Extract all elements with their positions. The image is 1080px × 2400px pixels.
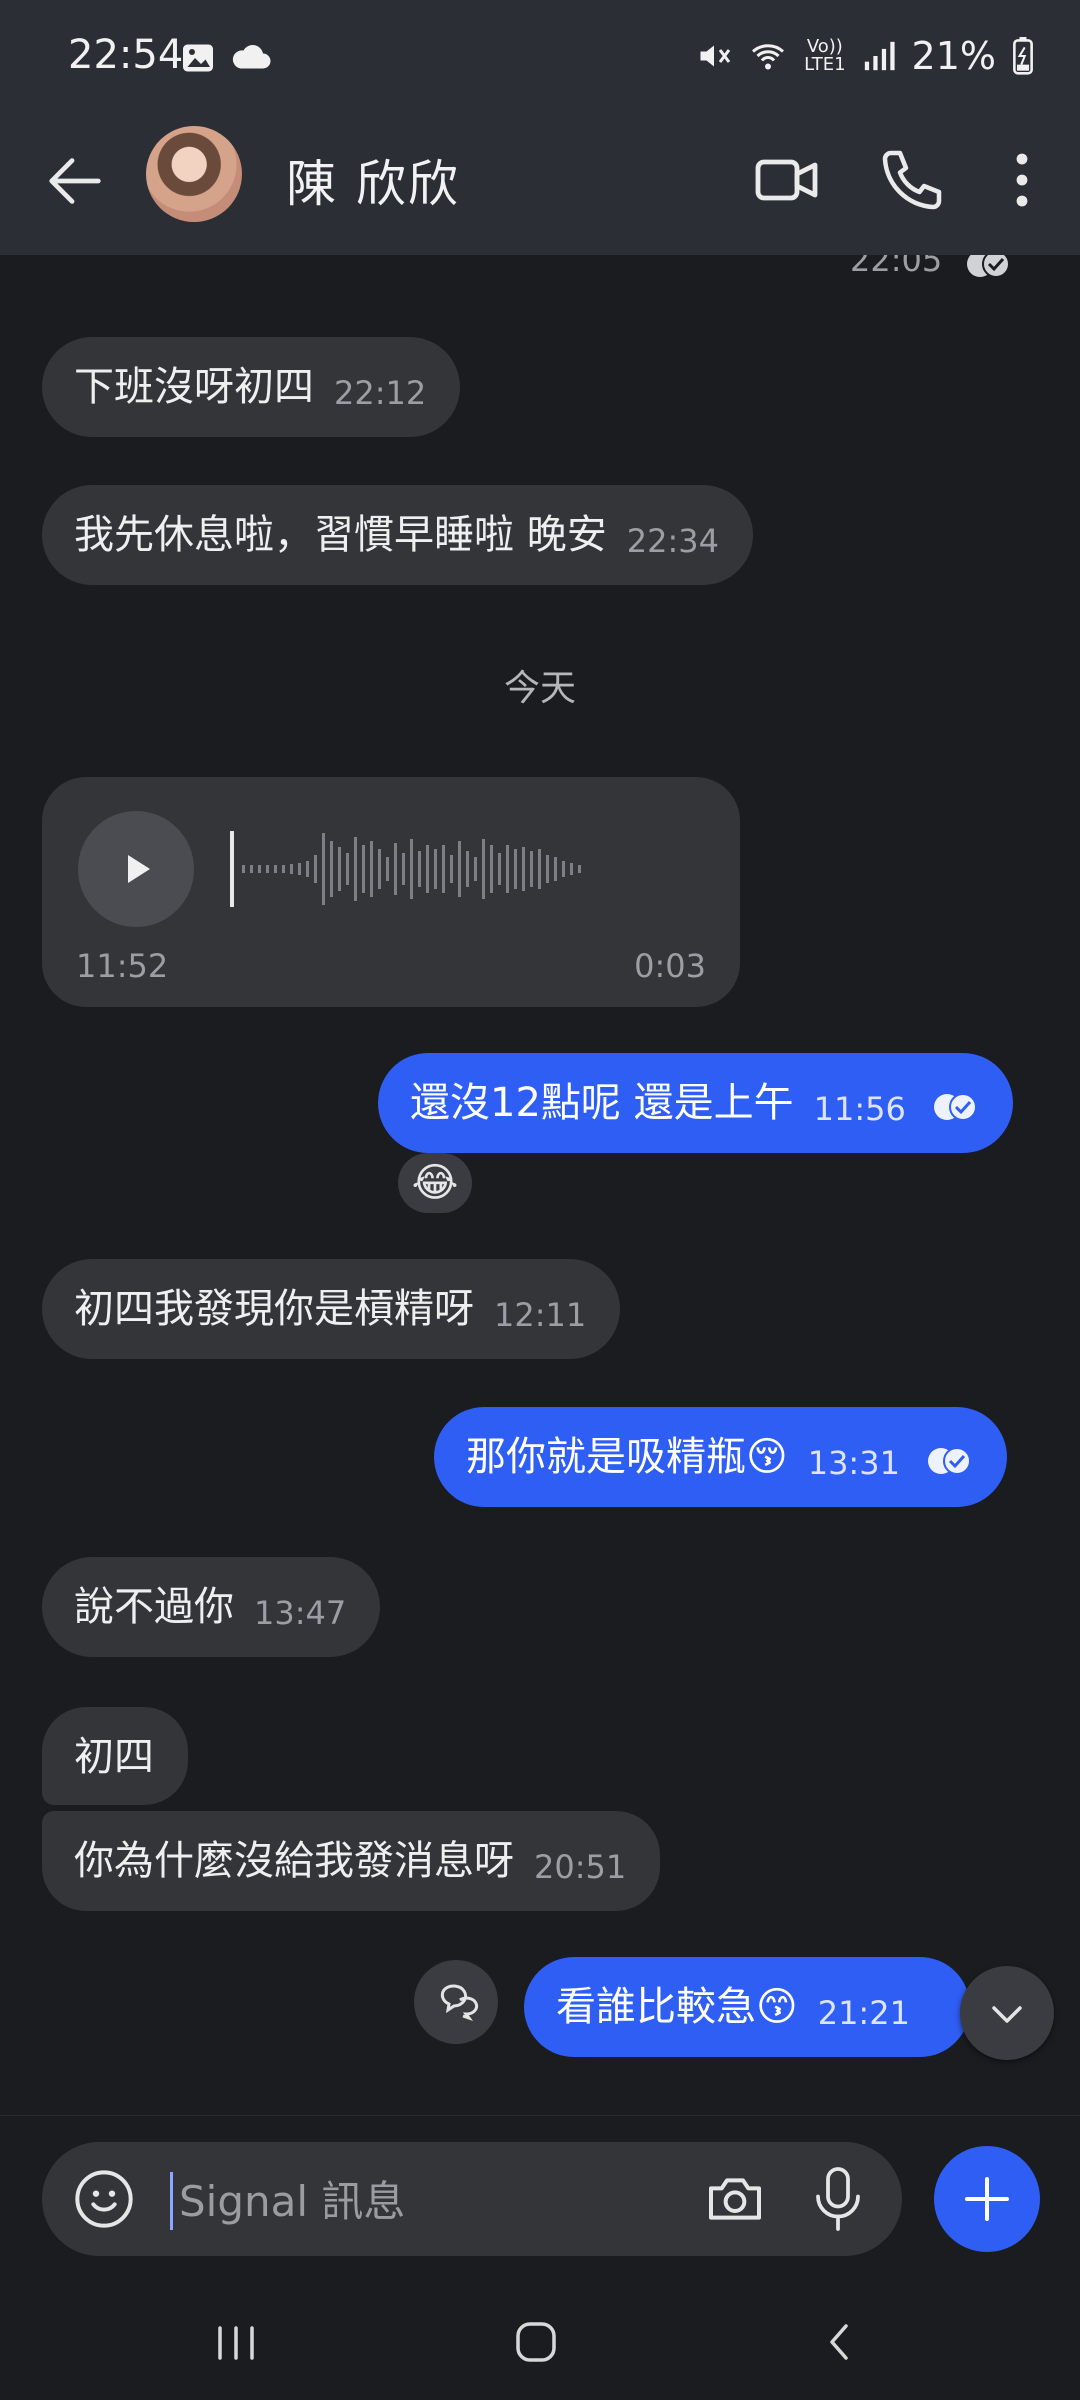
status-bar: 22:54 Vo)) LTE1 21% bbox=[0, 0, 1080, 120]
system-nav-bar bbox=[0, 2280, 1080, 2400]
date-separator: 今天 bbox=[503, 668, 576, 709]
conversation-header: 陳 欣欣 bbox=[0, 120, 1080, 255]
phone-icon[interactable] bbox=[876, 144, 948, 216]
plus-icon bbox=[965, 2177, 1009, 2221]
outgoing-message[interactable]: 那你就是吸精瓶😚 13:31 bbox=[434, 1407, 1007, 1507]
incoming-message[interactable]: 下班沒呀初四 22:12 bbox=[42, 337, 461, 437]
cloud-icon bbox=[232, 45, 271, 69]
chevron-down-icon bbox=[992, 2006, 1022, 2023]
recents-icon[interactable] bbox=[206, 2312, 266, 2372]
voice-message[interactable]: 11:52 0:03 bbox=[42, 777, 740, 1007]
incoming-message[interactable]: 你為什麼沒給我發消息呀 20:51 bbox=[42, 1811, 661, 1911]
read-receipt-icon bbox=[967, 255, 1011, 278]
volte-indicator: Vo)) LTE1 bbox=[804, 36, 846, 75]
attach-button[interactable] bbox=[934, 2146, 1040, 2252]
message-list[interactable]: 22:05 下班沒呀初四 22:12 我先休息啦，習慣早睡啦 晚安 22:34 今天… bbox=[0, 255, 1080, 2115]
play-icon bbox=[128, 855, 150, 883]
reply-button[interactable] bbox=[414, 1960, 498, 2044]
outgoing-message[interactable]: 看誰比較急😙 21:21 bbox=[524, 1957, 970, 2057]
status-time: 22:54 bbox=[68, 32, 184, 78]
emoji-icon[interactable] bbox=[72, 2167, 136, 2231]
nav-back-icon[interactable] bbox=[810, 2312, 870, 2372]
read-receipt-icon bbox=[933, 1093, 977, 1121]
video-call-icon[interactable] bbox=[752, 144, 824, 216]
home-icon[interactable] bbox=[506, 2312, 566, 2372]
incoming-message[interactable]: 初四 bbox=[42, 1707, 188, 1805]
mic-icon[interactable] bbox=[808, 2164, 868, 2234]
reply-icon bbox=[440, 1984, 479, 2021]
incoming-message[interactable]: 說不過你 13:47 bbox=[42, 1557, 381, 1657]
avatar[interactable] bbox=[146, 126, 242, 222]
read-receipt-icon bbox=[927, 1447, 971, 1475]
back-arrow-icon[interactable] bbox=[40, 146, 110, 216]
play-button[interactable] bbox=[78, 811, 194, 927]
scroll-to-bottom-button[interactable] bbox=[960, 1966, 1054, 2060]
wifi-icon bbox=[752, 44, 785, 70]
message-input-container[interactable] bbox=[42, 2142, 902, 2256]
voice-message-duration: 0:03 bbox=[634, 947, 706, 985]
waveform[interactable] bbox=[230, 827, 730, 911]
more-icon[interactable] bbox=[986, 144, 1058, 216]
outgoing-message[interactable]: 還沒12點呢 還是上午 11:56 bbox=[378, 1053, 1013, 1153]
gallery-icon bbox=[183, 44, 213, 72]
top-bar: 22:54 Vo)) LTE1 21% 陳 欣欣 bbox=[0, 0, 1080, 255]
signal-icon bbox=[864, 41, 895, 71]
reaction-badge[interactable]: 😂 bbox=[398, 1153, 472, 1213]
battery-icon bbox=[1013, 37, 1033, 75]
battery-percent: 21% bbox=[911, 34, 996, 78]
partial-message-meta: 22:05 bbox=[850, 255, 1012, 279]
message-input[interactable] bbox=[170, 2172, 701, 2230]
mute-icon bbox=[700, 45, 731, 67]
incoming-message[interactable]: 我先休息啦，習慣早睡啦 晚安 22:34 bbox=[42, 485, 753, 585]
incoming-message[interactable]: 初四我發現你是槓精呀 12:11 bbox=[42, 1259, 621, 1359]
voice-message-time: 11:52 bbox=[76, 947, 169, 985]
camera-icon[interactable] bbox=[702, 2167, 768, 2231]
contact-name[interactable]: 陳 欣欣 bbox=[286, 144, 460, 216]
composer bbox=[0, 2115, 1080, 2281]
